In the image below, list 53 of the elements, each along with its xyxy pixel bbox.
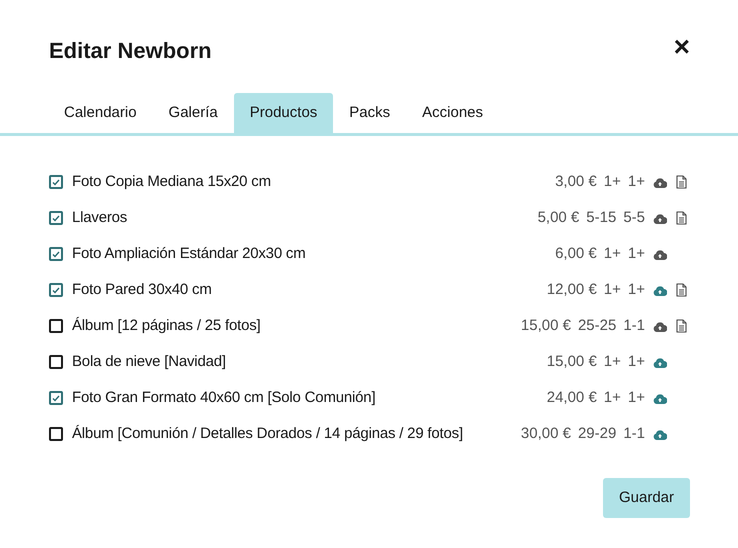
checkbox[interactable] <box>49 247 63 261</box>
checkbox[interactable] <box>49 283 63 297</box>
product-price: 3,00 € <box>555 172 597 192</box>
save-button[interactable]: Guardar <box>602 478 690 518</box>
product-price: 5,00 € <box>538 208 580 228</box>
quantity-range: 1-1 <box>623 316 645 336</box>
quantity-range: 1+ <box>628 172 645 192</box>
tab[interactable]: Calendario <box>48 93 153 133</box>
checkmark-icon <box>52 214 60 222</box>
product-price: 30,00 € <box>520 424 571 444</box>
product-name: Foto Ampliación Estándar 20x30 cm <box>72 244 306 264</box>
product-price: 6,00 € <box>555 244 597 264</box>
checkbox[interactable] <box>49 211 63 225</box>
checkbox[interactable] <box>49 355 63 369</box>
checkbox[interactable] <box>49 319 63 333</box>
quantity-range: 1+ <box>628 388 645 408</box>
tab[interactable]: Productos <box>234 93 334 133</box>
product-price: 15,00 € <box>546 352 597 372</box>
quantity-range: 5-15 <box>586 208 616 228</box>
checkmark-icon <box>52 286 60 294</box>
checkbox[interactable] <box>49 175 63 189</box>
tab[interactable]: Acciones <box>406 93 500 133</box>
checkmark-icon <box>52 250 60 258</box>
product-name: Álbum [Comunión / Detalles Dorados / 14 páginas / 29 fotos] <box>72 424 463 444</box>
checkbox[interactable] <box>49 391 63 405</box>
quantity-range: 1+ <box>604 172 621 192</box>
checkmark-icon <box>52 394 60 402</box>
quantity-range: 25-25 <box>578 316 616 336</box>
checkbox[interactable] <box>49 427 63 441</box>
quantity-range: 1+ <box>604 352 621 372</box>
close-button[interactable]: × <box>674 32 690 60</box>
dialog-title: Editar Newborn <box>49 37 212 65</box>
product-name: Foto Gran Formato 40x60 cm [Solo Comunión] <box>72 388 376 408</box>
product-name: Álbum [12 páginas / 25 fotos] <box>72 316 260 336</box>
product-name: Bola de nieve [Navidad] <box>72 352 226 372</box>
quantity-range: 1+ <box>628 280 645 300</box>
tab[interactable]: Galería <box>152 93 234 133</box>
quantity-range: 1+ <box>604 280 621 300</box>
product-name: Foto Copia Mediana 15x20 cm <box>72 172 271 192</box>
quantity-range: 1+ <box>628 244 645 264</box>
product-name: Foto Pared 30x40 cm <box>72 280 212 300</box>
product-name: Llaveros <box>72 208 128 228</box>
quantity-range: 1+ <box>628 352 645 372</box>
checkmark-icon <box>52 178 60 186</box>
quantity-range: 1+ <box>604 388 621 408</box>
tab[interactable]: Packs <box>333 93 406 133</box>
product-price: 15,00 € <box>520 316 571 336</box>
product-price: 12,00 € <box>546 280 597 300</box>
quantity-range: 1+ <box>604 244 621 264</box>
quantity-range: 1-1 <box>623 424 645 444</box>
quantity-range: 5-5 <box>623 208 645 228</box>
quantity-range: 29-29 <box>578 424 616 444</box>
product-price: 24,00 € <box>546 388 597 408</box>
